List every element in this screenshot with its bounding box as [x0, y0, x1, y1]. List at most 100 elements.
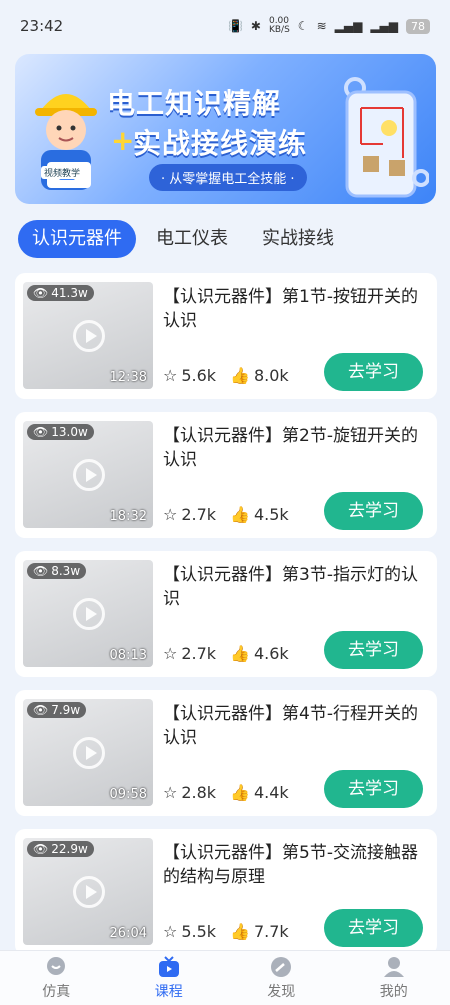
learn-button[interactable]: 去学习: [324, 353, 423, 391]
video-duration: 18:32: [109, 509, 147, 524]
course-stats: ☆ 2.7k 👍 4.5k: [163, 505, 289, 524]
thumbs-up-icon: 👍: [230, 644, 250, 663]
views-count: 7.9w: [51, 703, 81, 717]
nav-profile[interactable]: 我的: [354, 956, 434, 1001]
video-duration: 09:58: [109, 787, 147, 802]
tab-instruments[interactable]: 电工仪表: [142, 220, 242, 258]
learn-button[interactable]: 去学习: [324, 770, 423, 808]
star-count: 5.5k: [181, 922, 217, 941]
category-tabs: 认识元器件 电工仪表 实战接线: [18, 220, 348, 258]
course-stats: ☆ 2.7k 👍 4.6k: [163, 644, 289, 663]
tab-components[interactable]: 认识元器件: [18, 220, 136, 258]
course-stats: ☆ 5.6k 👍 8.0k: [163, 366, 289, 385]
course-card[interactable]: 👁 7.9w 09:58 【认识元器件】第4节-行程开关的认识 ☆ 2.8k 👍 4.…: [15, 690, 437, 816]
eye-icon: 👁: [33, 703, 49, 717]
course-title: 【认识元器件】第2节-旋钮开关的认识: [163, 426, 418, 470]
banner-title-2: 实战接线演练: [133, 127, 308, 160]
views-badge: 👁 8.3w: [27, 563, 87, 579]
star-icon: ☆: [163, 922, 178, 941]
battery-icon: 78: [406, 18, 430, 34]
views-count: 8.3w: [51, 564, 81, 578]
views-badge: 👁 13.0w: [27, 424, 94, 440]
like-count: 4.4k: [253, 783, 289, 802]
course-stats: ☆ 5.5k 👍 7.7k: [163, 922, 289, 941]
course-title: 【认识元器件】第4节-行程开关的认识: [163, 704, 418, 748]
bluetooth-icon: ✱: [250, 19, 261, 33]
eye-icon: 👁: [33, 564, 49, 578]
eye-icon: 👁: [33, 425, 49, 439]
status-icons: 📳 ✱ 0.00 KB/S ☾ ≋ ▂▄▆ ▂▄▆ 78: [228, 17, 430, 35]
wifi-icon: ≋: [316, 19, 327, 33]
nav-discover[interactable]: 发现: [241, 956, 321, 1001]
tv-icon: [158, 955, 179, 977]
video-thumbnail[interactable]: 👁 22.9w 26:04: [23, 838, 153, 945]
views-count: 22.9w: [51, 842, 88, 856]
bottom-nav: 仿真 课程 发现 我的: [0, 950, 450, 1005]
video-duration: 12:38: [109, 370, 147, 385]
like-count: 8.0k: [253, 366, 289, 385]
course-card[interactable]: 👁 8.3w 08:13 【认识元器件】第3节-指示灯的认识 ☆ 2.7k 👍 4.6…: [15, 551, 437, 677]
play-icon[interactable]: [73, 876, 105, 908]
video-thumbnail[interactable]: 👁 41.3w 12:38: [23, 282, 153, 389]
nav-simulation[interactable]: 仿真: [16, 956, 96, 1001]
course-card[interactable]: 👁 13.0w 18:32 【认识元器件】第2节-旋钮开关的认识 ☆ 2.7k 👍 4…: [15, 412, 437, 538]
star-count: 2.8k: [181, 783, 217, 802]
video-duration: 08:13: [109, 648, 147, 663]
plus-icon: +: [111, 124, 135, 157]
course-title: 【认识元器件】第1节-按钮开关的认识: [163, 287, 418, 331]
video-thumbnail[interactable]: 👁 13.0w 18:32: [23, 421, 153, 528]
chat-bubble-icon: [47, 956, 66, 975]
learn-button[interactable]: 去学习: [324, 492, 423, 530]
clock: 23:42: [20, 17, 64, 35]
thumbs-up-icon: 👍: [230, 505, 250, 524]
tab-wiring[interactable]: 实战接线: [248, 220, 348, 258]
eye-icon: 👁: [33, 286, 49, 300]
play-icon[interactable]: [73, 320, 105, 352]
video-duration: 26:04: [109, 926, 147, 941]
nav-label: 我的: [379, 983, 408, 1000]
play-icon[interactable]: [73, 459, 105, 491]
status-bar: 23:42 📳 ✱ 0.00 KB/S ☾ ≋ ▂▄▆ ▂▄▆ 78: [0, 0, 450, 52]
nav-label: 课程: [154, 983, 183, 1000]
banner-subtitle: · 从零掌握电工全技能 ·: [149, 164, 307, 191]
circuit-phone-icon: [344, 77, 429, 198]
course-card[interactable]: 👁 22.9w 26:04 【认识元器件】第5节-交流接触器的结构与原理 ☆ 5.5…: [15, 829, 437, 955]
signal-icon: ▂▄▆: [334, 19, 363, 33]
course-title: 【认识元器件】第5节-交流接触器的结构与原理: [163, 843, 418, 887]
star-count: 5.6k: [181, 366, 217, 385]
video-thumbnail[interactable]: 👁 7.9w 09:58: [23, 699, 153, 806]
nav-label: 仿真: [42, 983, 71, 1000]
star-count: 2.7k: [181, 644, 217, 663]
net-speed: 0.00 KB/S: [268, 16, 290, 35]
nav-courses[interactable]: 课程: [129, 955, 209, 1001]
thumbs-up-icon: 👍: [230, 783, 250, 802]
course-stats: ☆ 2.8k 👍 4.4k: [163, 783, 289, 802]
banner-badge: 视频教学: [41, 166, 84, 179]
moon-icon: ☾: [297, 19, 309, 33]
thumbs-up-icon: 👍: [230, 922, 250, 941]
banner-title-1: 电工知识精解: [107, 87, 282, 120]
video-thumbnail[interactable]: 👁 8.3w 08:13: [23, 560, 153, 667]
star-icon: ☆: [163, 366, 178, 385]
vibrate-icon: 📳: [227, 19, 243, 33]
learn-button[interactable]: 去学习: [324, 909, 423, 947]
eye-icon: 👁: [33, 842, 49, 856]
play-icon[interactable]: [73, 737, 105, 769]
signal-icon-2: ▂▄▆: [370, 19, 398, 33]
promo-banner[interactable]: 视频教学 电工知识精解 + 实战接线演练 · 从零掌握电工全技能 ·: [15, 54, 436, 204]
nav-label: 发现: [267, 983, 296, 1000]
like-count: 4.5k: [253, 505, 289, 524]
course-card[interactable]: 👁 41.3w 12:38 【认识元器件】第1节-按钮开关的认识 ☆ 5.6k 👍 8…: [15, 273, 437, 399]
views-badge: 👁 22.9w: [27, 841, 94, 857]
course-title: 【认识元器件】第3节-指示灯的认识: [163, 565, 418, 609]
thumbs-up-icon: 👍: [230, 366, 250, 385]
views-badge: 👁 41.3w: [27, 285, 94, 301]
star-icon: ☆: [163, 783, 178, 802]
views-count: 41.3w: [51, 286, 88, 300]
play-icon[interactable]: [73, 598, 105, 630]
star-icon: ☆: [163, 505, 178, 524]
learn-button[interactable]: 去学习: [324, 631, 423, 669]
star-icon: ☆: [163, 644, 178, 663]
views-badge: 👁 7.9w: [27, 702, 87, 718]
views-count: 13.0w: [51, 425, 88, 439]
